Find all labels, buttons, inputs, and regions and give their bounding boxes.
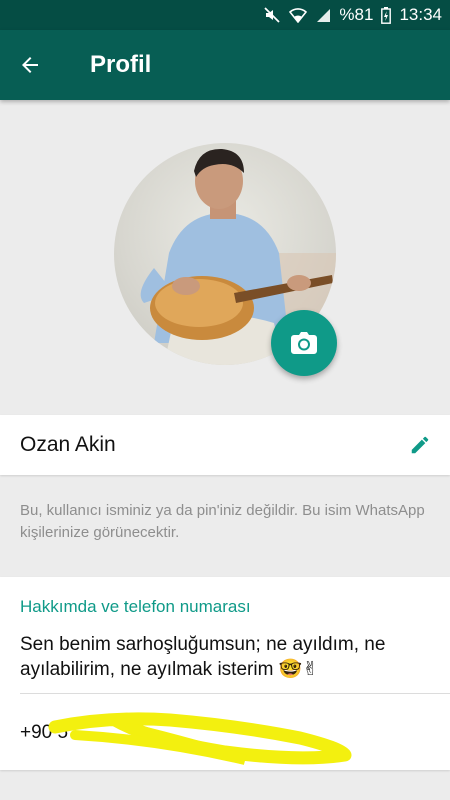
status-bar: %81 13:34 xyxy=(0,0,450,30)
battery-icon xyxy=(381,6,392,24)
divider xyxy=(20,693,450,694)
battery-percent: %81 xyxy=(339,5,374,24)
profile-name[interactable]: Ozan Akin xyxy=(20,433,116,457)
camera-icon xyxy=(291,332,317,354)
about-section-heading: Hakkımda ve telefon numarası xyxy=(20,597,251,616)
name-card: Ozan Akin xyxy=(0,415,450,475)
change-photo-button[interactable] xyxy=(271,310,337,376)
name-hint-text: Bu, kullanıcı isminiz ya da pin'iniz değ… xyxy=(20,502,425,541)
page-title: Profil xyxy=(90,51,152,78)
clock: 13:34 xyxy=(399,5,442,24)
about-status[interactable]: Sen benim sarhoşluğumsun; ne ayıldım, ne… xyxy=(20,632,440,682)
about-card: Hakkımda ve telefon numarası Sen benim s… xyxy=(0,577,450,770)
back-button[interactable] xyxy=(0,30,60,100)
phone-number: +90 5 xyxy=(20,722,69,743)
signal-icon xyxy=(315,7,331,23)
edit-name-button[interactable] xyxy=(406,431,434,459)
app-bar: Profil xyxy=(0,30,450,100)
arrow-back-icon xyxy=(22,57,38,73)
mute-icon xyxy=(263,6,281,24)
pencil-icon xyxy=(411,436,429,454)
wifi-icon xyxy=(289,7,308,23)
